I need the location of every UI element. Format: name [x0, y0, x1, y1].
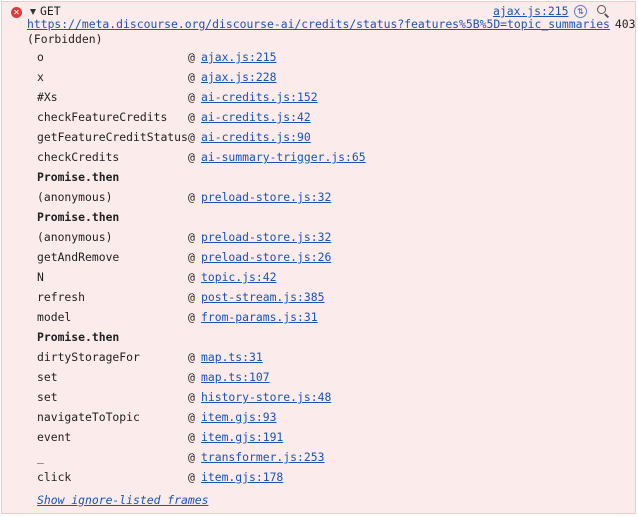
function-name: event: [37, 430, 72, 444]
source-location-link[interactable]: transformer.js:253: [201, 450, 324, 464]
function-name: refresh: [37, 290, 86, 304]
stack-frame: dirtyStorageFor @ map.ts:31: [37, 348, 263, 366]
function-name: o: [37, 50, 44, 64]
source-location-link[interactable]: ai-credits.js:152: [201, 90, 318, 104]
stack-frame: getAndRemove @ preload-store.js:26: [37, 248, 331, 266]
source-location-link[interactable]: item.gjs:191: [201, 430, 283, 444]
function-name: _: [37, 450, 44, 464]
at-symbol: @: [188, 290, 195, 304]
at-symbol: @: [188, 350, 195, 364]
expand-triangle-icon[interactable]: [30, 9, 36, 15]
stack-frame: (anonymous) @ preload-store.js:32: [37, 228, 331, 246]
show-ignore-listed-frames-link[interactable]: Show ignore-listed frames: [37, 493, 208, 507]
at-symbol: @: [188, 70, 195, 84]
source-location-link[interactable]: preload-store.js:26: [201, 250, 331, 264]
stack-frame: getFeatureCreditStatus@ ai-credits.js:90: [37, 128, 311, 146]
source-location-link[interactable]: ai-credits.js:42: [201, 110, 311, 124]
stack-frame: click @ item.gjs:178: [37, 468, 283, 486]
function-name: getFeatureCreditStatus: [37, 130, 188, 144]
stack-frame: navigateToTopic @ item.gjs:93: [37, 408, 276, 426]
source-location-link[interactable]: preload-store.js:32: [201, 230, 331, 244]
function-name: navigateToTopic: [37, 410, 140, 424]
function-name: (anonymous): [37, 230, 113, 244]
source-link[interactable]: ajax.js:215: [493, 4, 568, 18]
async-boundary: Promise.then: [37, 328, 119, 346]
at-symbol: @: [188, 310, 195, 324]
at-symbol: @: [188, 90, 195, 104]
at-symbol: @: [188, 50, 195, 64]
at-symbol: @: [188, 190, 195, 204]
source-location-link[interactable]: topic.js:42: [201, 270, 276, 284]
request-method: GET: [40, 4, 61, 18]
source-location-link[interactable]: ai-summary-trigger.js:65: [201, 150, 366, 164]
function-name: dirtyStorageFor: [37, 350, 140, 364]
source-location-link[interactable]: history-store.js:48: [201, 390, 331, 404]
stack-frame: _ @ transformer.js:253: [37, 448, 324, 466]
stack-frame: model @ from-params.js:31: [37, 308, 318, 326]
stack-frame: checkCredits @ ai-summary-trigger.js:65: [37, 148, 366, 166]
at-symbol: @: [188, 470, 195, 484]
function-name: model: [37, 310, 72, 324]
source-location-link[interactable]: post-stream.js:385: [201, 290, 324, 304]
stack-frame: (anonymous) @ preload-store.js:32: [37, 188, 331, 206]
status-text: (Forbidden): [27, 32, 103, 46]
console-error-message: ✕ GET ajax.js:215 ⇅ https://meta.discour…: [1, 1, 636, 514]
stack-frame: event @ item.gjs:191: [37, 428, 283, 446]
at-symbol: @: [188, 390, 195, 404]
source-location-link[interactable]: item.gjs:93: [201, 410, 276, 424]
async-label: Promise.then: [37, 170, 120, 184]
at-symbol: @: [188, 130, 195, 144]
function-name: set: [37, 390, 58, 404]
search-icon[interactable]: [597, 5, 610, 18]
stack-frame: checkFeatureCredits @ ai-credits.js:42: [37, 108, 311, 126]
stack-frame: #Xs @ ai-credits.js:152: [37, 88, 318, 106]
at-symbol: @: [188, 370, 195, 384]
function-name: x: [37, 70, 44, 84]
function-name: click: [37, 470, 72, 484]
source-location-link[interactable]: ai-credits.js:90: [201, 130, 311, 144]
function-name: N: [37, 270, 44, 284]
at-symbol: @: [188, 430, 195, 444]
at-symbol: @: [188, 110, 195, 124]
async-boundary: Promise.then: [37, 208, 119, 226]
request-url-link[interactable]: https://meta.discourse.org/discourse-ai/…: [27, 17, 610, 31]
stack-frame: N @ topic.js:42: [37, 268, 276, 286]
async-label: Promise.then: [37, 210, 120, 224]
at-symbol: @: [188, 450, 195, 464]
function-name: #Xs: [37, 90, 58, 104]
at-symbol: @: [188, 250, 195, 264]
source-location-link[interactable]: from-params.js:31: [201, 310, 318, 324]
function-name: getAndRemove: [37, 250, 120, 264]
async-label: Promise.then: [37, 330, 120, 344]
request-url-line: https://meta.discourse.org/discourse-ai/…: [27, 17, 636, 31]
source-location-link[interactable]: ajax.js:228: [201, 70, 276, 84]
stack-frame: o @ ajax.js:215: [37, 48, 276, 66]
stack-frame: set @ map.ts:107: [37, 368, 270, 386]
error-icon: ✕: [11, 7, 22, 18]
source-location-link[interactable]: map.ts:31: [201, 350, 263, 364]
at-symbol: @: [188, 410, 195, 424]
function-name: checkCredits: [37, 150, 120, 164]
function-name: (anonymous): [37, 190, 113, 204]
status-code: 403: [614, 17, 636, 31]
stack-frame: set @ history-store.js:48: [37, 388, 331, 406]
stack-frame: refresh @ post-stream.js:385: [37, 288, 324, 306]
source-location-link[interactable]: item.gjs:178: [201, 470, 283, 484]
function-name: checkFeatureCredits: [37, 110, 168, 124]
function-name: set: [37, 370, 58, 384]
source-location-link[interactable]: preload-store.js:32: [201, 190, 331, 204]
at-symbol: @: [188, 150, 195, 164]
at-symbol: @: [188, 230, 195, 244]
stack-frame: x @ ajax.js:228: [37, 68, 276, 86]
source-location-link[interactable]: map.ts:107: [201, 370, 270, 384]
source-location-link[interactable]: ajax.js:215: [201, 50, 276, 64]
at-symbol: @: [188, 270, 195, 284]
async-boundary: Promise.then: [37, 168, 119, 186]
